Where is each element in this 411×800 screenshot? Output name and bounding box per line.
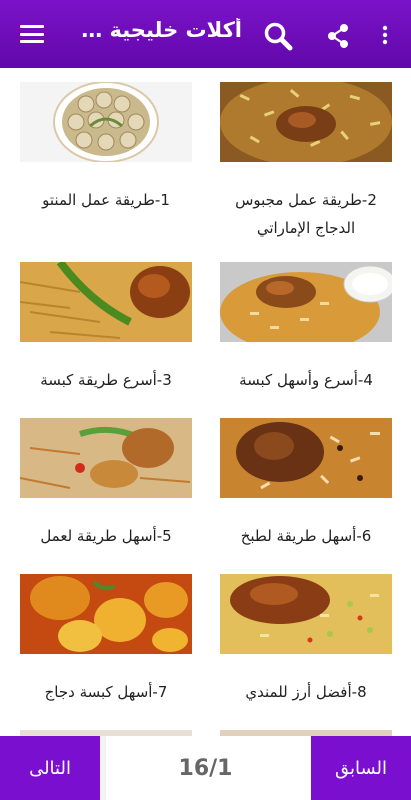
- recipe-image-rice-chicken: [20, 418, 192, 498]
- app-bar: أكلات خليجية ال...: [0, 0, 411, 68]
- search-icon[interactable]: [262, 20, 294, 52]
- page-indicator: 16/1: [178, 755, 233, 781]
- recipe-caption: 7-أسهل كبسة دجاج: [44, 683, 168, 701]
- recipe-image-mandi: [220, 574, 392, 654]
- recipe-caption: 5-أسهل طريقة لعمل: [40, 527, 172, 545]
- recipe-image-chicken-potatoes: [20, 574, 192, 654]
- pager-bar: التالى 16/1 السابق: [0, 736, 411, 800]
- recipe-image-kabsa: [20, 262, 192, 342]
- recipe-caption: 1-طريقة عمل المنتو: [42, 191, 170, 209]
- recipe-caption: 4-أسرع وأسهل كبسة: [239, 371, 373, 389]
- recipe-caption: 6-أسهل طريقة لطبخ: [240, 527, 372, 545]
- recipe-image-majboos: [220, 82, 392, 162]
- next-button[interactable]: التالى: [0, 736, 100, 800]
- recipe-image-kabsa-yogurt: [220, 262, 392, 342]
- more-vert-icon[interactable]: [378, 25, 392, 45]
- recipe-caption: 3-أسرع طريقة كبسة: [40, 371, 172, 389]
- previous-button[interactable]: السابق: [311, 736, 411, 800]
- recipe-caption: 8-أفضل أرز للمندي: [245, 683, 367, 701]
- recipe-image-dumplings: [20, 82, 192, 162]
- recipe-image-meat-rice: [220, 418, 392, 498]
- recipe-caption: 2-طريقة عمل مجبوس الدجاج الإماراتي: [235, 191, 377, 237]
- app-title: أكلات خليجية ال...: [76, 18, 242, 42]
- menu-icon[interactable]: [20, 25, 44, 43]
- share-icon[interactable]: [325, 22, 351, 50]
- recipe-grid: 1-طريقة عمل المنتو 2-طريقة عمل مجبوس الد…: [0, 68, 411, 736]
